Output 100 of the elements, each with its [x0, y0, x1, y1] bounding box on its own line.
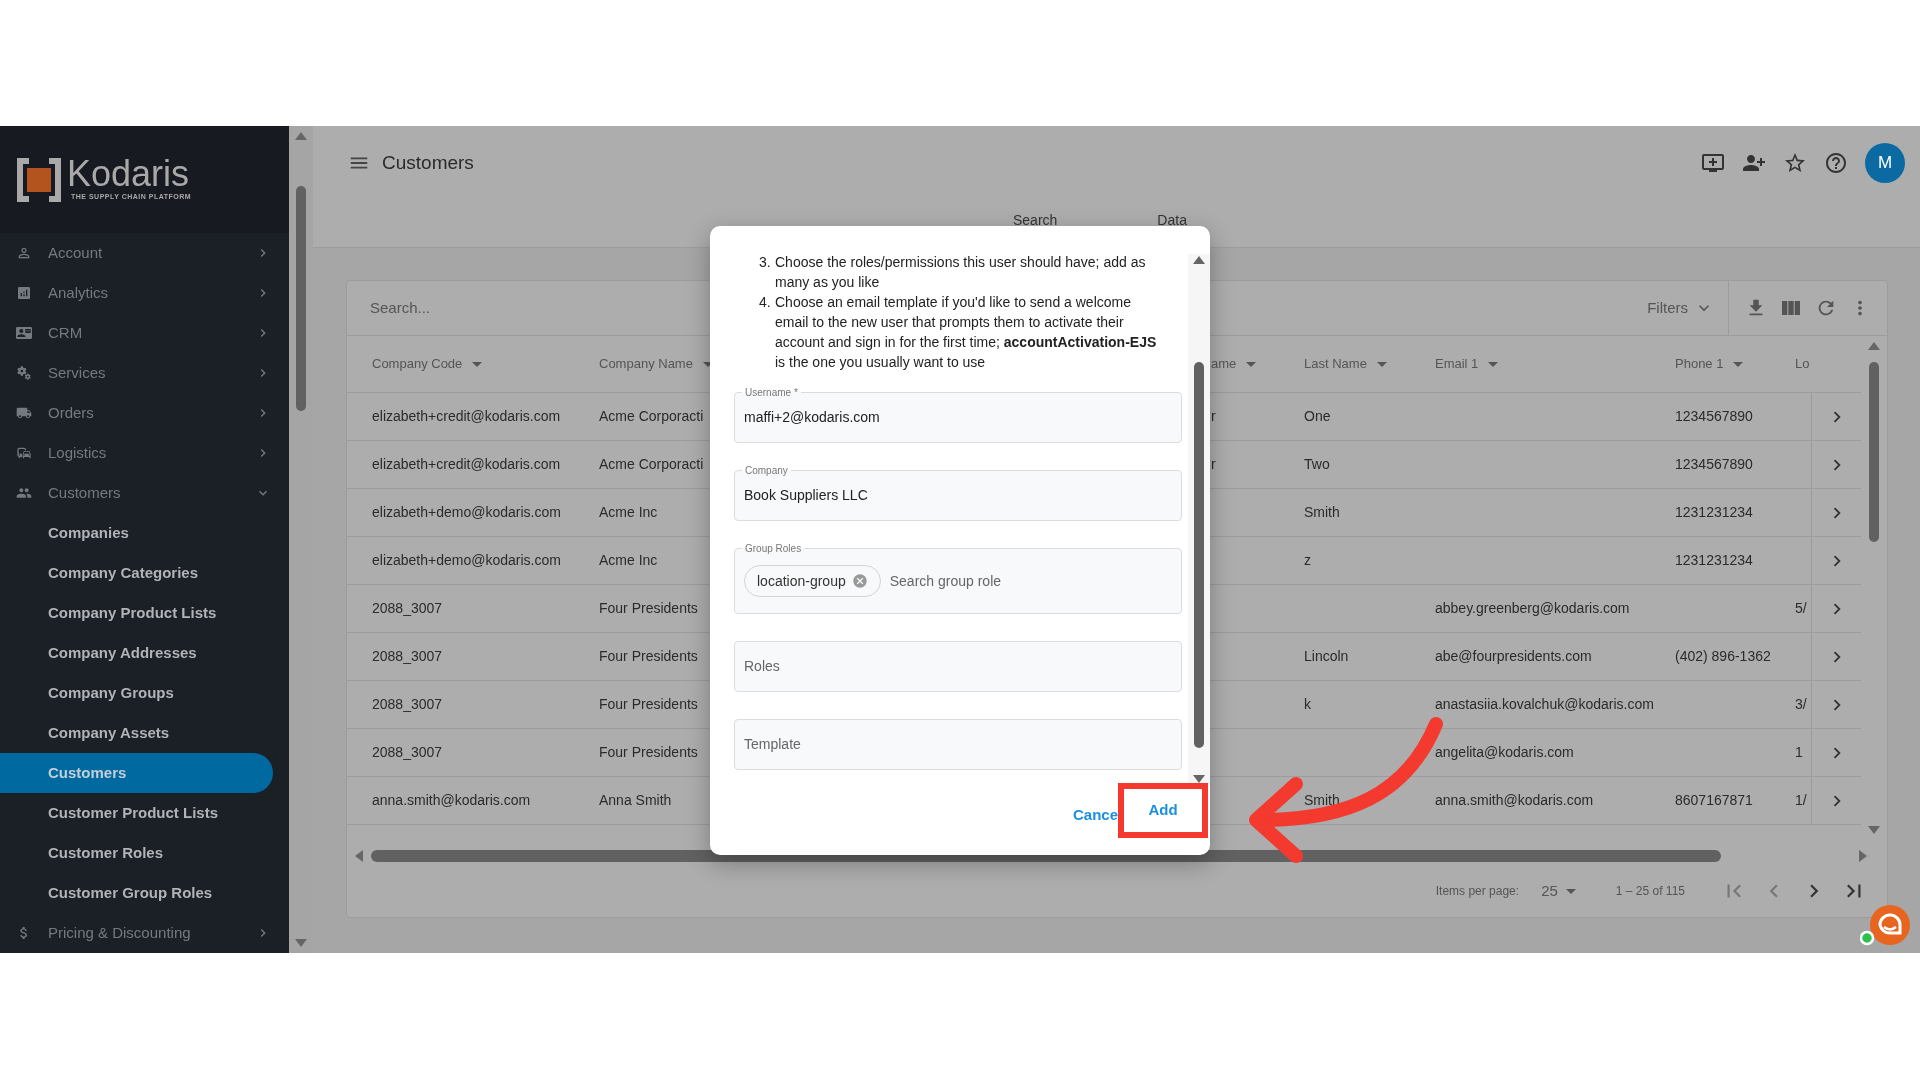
chart-icon — [16, 285, 32, 301]
sidebar-item[interactable]: CRM — [0, 313, 289, 353]
table-cell-text: k — [1304, 695, 1311, 714]
add-button[interactable]: Add — [1142, 795, 1184, 826]
column-header[interactable]: Company Name — [599, 354, 711, 374]
table-cell-text: 1231231234 — [1675, 551, 1753, 570]
select-field[interactable]: Roles — [734, 641, 1182, 692]
sidebar-item[interactable]: Orders — [0, 393, 289, 433]
column-header[interactable]: Last Name — [1304, 354, 1387, 374]
table-cell-text: Four Presidents — [599, 743, 698, 762]
sidebar-item[interactable]: Pricing & Discounting — [0, 913, 289, 953]
scroll-up-arrow[interactable] — [1868, 340, 1880, 352]
table-cell-text: (402) 896-1362 — [1675, 647, 1771, 666]
table-cell-text: 8607167871 — [1675, 791, 1753, 810]
step-text: Choose the roles/permissions this user should have; add as many as you like — [775, 253, 1147, 292]
sidebar-subitem[interactable]: Company Categories — [0, 553, 273, 593]
tab[interactable]: Data — [1157, 212, 1187, 228]
user-avatar[interactable]: M — [1865, 143, 1905, 183]
step-text: Choose an email template if you'd like to send a welcome email to the new user that prompts them to activate their account and sign in for the first time; accountActivation-EJS is the one you usually want to use — [775, 293, 1158, 372]
scroll-left-arrow[interactable] — [353, 849, 365, 862]
items-per-page-label: Items per page: — [1435, 883, 1520, 900]
column-header[interactable]: ame — [1211, 354, 1257, 374]
sort-caret-icon — [1376, 361, 1387, 367]
table-cell-text: Four Presidents — [599, 599, 698, 618]
help-icon[interactable] — [1824, 151, 1848, 175]
gears-icon — [16, 365, 32, 381]
table-cell-text: Smith — [1304, 791, 1340, 810]
table-cell-text: anastasiia.kovalchuk@kodaris.com — [1435, 695, 1654, 714]
table-cell-text: 1234567890 — [1675, 455, 1753, 474]
table-cell-text: z — [1304, 551, 1311, 570]
sidebar-item[interactable]: Account — [0, 233, 289, 273]
table-cell-text: Four Presidents — [599, 647, 698, 666]
sidebar-subitem[interactable]: Companies — [0, 513, 273, 553]
field-placeholder: Search group role — [889, 571, 1002, 591]
column-header[interactable]: Lo — [1795, 354, 1810, 374]
tab[interactable]: Search — [1013, 212, 1058, 228]
scroll-up-arrow[interactable] — [1193, 254, 1205, 266]
sidebar-subitem[interactable]: Company Product Lists — [0, 593, 273, 633]
scroll-right-arrow[interactable] — [1857, 849, 1869, 862]
table-cell-text: elizabeth+credit@kodaris.com — [372, 407, 561, 426]
sidebar-item[interactable]: Analytics — [0, 273, 289, 313]
column-header[interactable]: Phone 1 — [1675, 354, 1744, 374]
table-cell-text: Anna Smith — [599, 791, 672, 810]
table-cell-text: 2088_3007 — [372, 743, 443, 762]
contact-card-icon — [16, 325, 32, 341]
step-number: 4. — [759, 293, 772, 312]
table-cell-text: anna.smith@kodaris.com — [1435, 791, 1594, 810]
field-label: Company — [742, 463, 791, 478]
sidebar-subitem[interactable]: Customers — [0, 753, 273, 793]
sort-caret-icon — [702, 361, 711, 367]
sidebar-subitem[interactable]: Customer Group Roles — [0, 873, 273, 913]
table-cell-text: Acme Inc — [599, 551, 658, 570]
page-range: 1 – 25 of 115 — [1615, 883, 1685, 900]
table-cell-text: Acme Corporacti — [599, 455, 704, 474]
field-label: Group Roles — [742, 541, 805, 556]
select-field[interactable]: Template — [734, 719, 1182, 770]
scroll-down-arrow[interactable] — [1868, 824, 1880, 836]
table-cell-text: r — [1211, 407, 1216, 426]
sidebar-subitem[interactable]: Customer Roles — [0, 833, 273, 873]
sort-caret-icon — [472, 361, 483, 367]
caret-icon — [1565, 888, 1576, 894]
sidebar-subitem[interactable]: Company Addresses — [0, 633, 273, 673]
sidebar-subitem[interactable]: Company Assets — [0, 713, 273, 753]
sort-caret-icon — [1733, 361, 1744, 367]
monitor-plus-icon[interactable] — [1701, 151, 1725, 175]
star-icon[interactable] — [1783, 151, 1807, 175]
car-icon — [16, 445, 32, 461]
scroll-down-arrow[interactable] — [1193, 773, 1205, 785]
sidebar-item[interactable]: Logistics — [0, 433, 289, 473]
filters-button[interactable]: Filters — [1647, 296, 1728, 320]
people-icon — [16, 485, 32, 501]
table-cell-text: 2088_3007 — [372, 599, 443, 618]
sort-caret-icon — [1246, 361, 1257, 367]
sidebar-subitem[interactable]: Company Groups — [0, 673, 273, 713]
remove-icon[interactable] — [851, 573, 868, 589]
table-cell-text: One — [1304, 407, 1331, 426]
table-cell-text: Smith — [1304, 503, 1340, 522]
table-cell-text: Two — [1304, 455, 1330, 474]
page-title: Customers — [382, 150, 475, 175]
table-cell-text: r — [1211, 455, 1216, 474]
scrollbar-thumb[interactable] — [1869, 362, 1879, 542]
cancel-button[interactable]: Cance — [1068, 800, 1118, 827]
page-size-select[interactable]: 25 — [1541, 879, 1576, 903]
column-header[interactable]: Company Code — [372, 354, 483, 374]
sidebar-item[interactable]: Customers — [0, 473, 289, 513]
table-cell-text: abbey.greenberg@kodaris.com — [1435, 599, 1630, 618]
table-cell-text: elizabeth+credit@kodaris.com — [372, 455, 561, 474]
table-cell-text: abe@fourpresidents.com — [1435, 647, 1592, 666]
scrollbar-thumb[interactable] — [296, 186, 306, 411]
step-number: 3. — [759, 253, 772, 272]
table-cell-text: 5/ — [1795, 599, 1807, 618]
table-cell-text: 1231231234 — [1675, 503, 1753, 522]
column-header[interactable]: Email 1 — [1435, 354, 1499, 374]
scrollbar-thumb[interactable] — [1194, 362, 1204, 748]
logo-icon — [17, 157, 61, 202]
sidebar-subitem[interactable]: Customer Product Lists — [0, 793, 273, 833]
sidebar-item[interactable]: Services — [0, 353, 289, 393]
sort-caret-icon — [1488, 361, 1499, 367]
person-icon — [16, 245, 32, 261]
chat-widget-icon[interactable] — [1860, 903, 1910, 947]
